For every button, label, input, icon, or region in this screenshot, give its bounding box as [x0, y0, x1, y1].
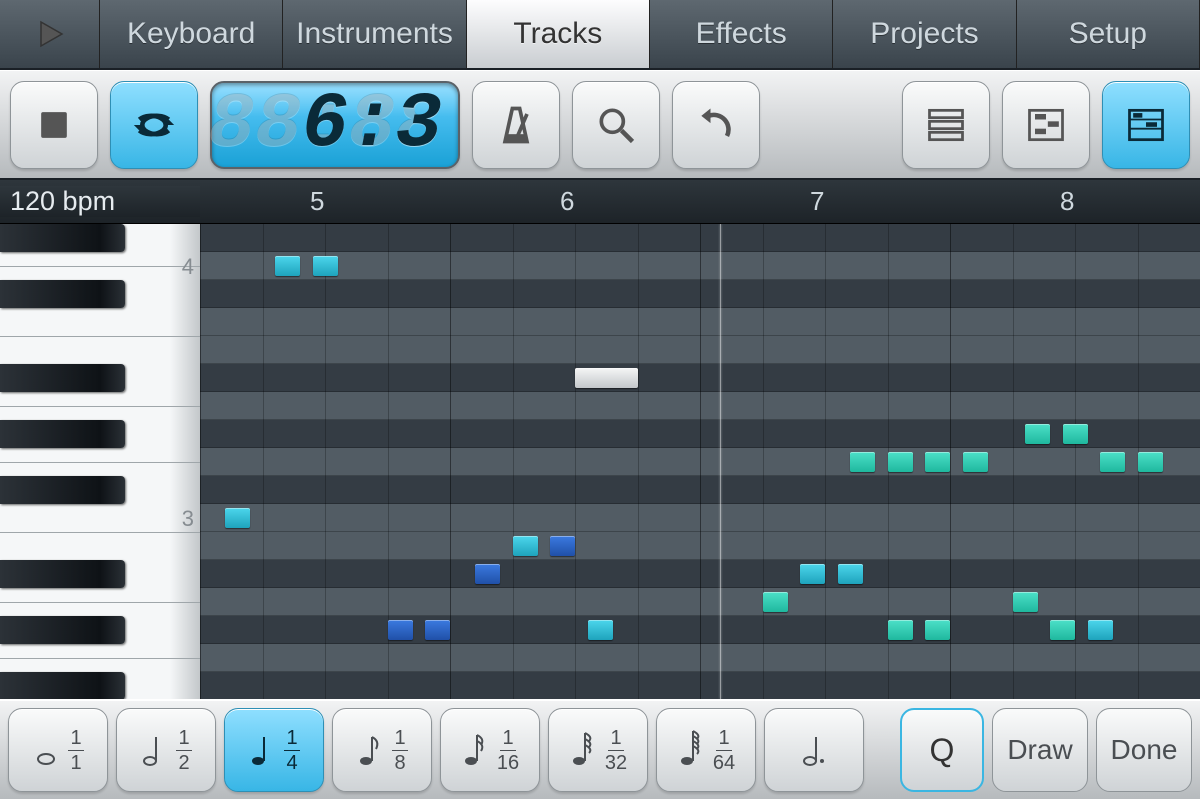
- ruler-bar-number: 6: [560, 186, 574, 217]
- view-mode-1-button[interactable]: [902, 81, 990, 169]
- midi-note[interactable]: [1025, 424, 1050, 444]
- octave-label: 4: [182, 254, 194, 280]
- quantize-button[interactable]: Q: [900, 708, 984, 792]
- view-mode-2-button[interactable]: [1002, 81, 1090, 169]
- midi-note[interactable]: [1063, 424, 1088, 444]
- midi-note[interactable]: [888, 452, 913, 472]
- transport-toolbar: 6:3: [0, 70, 1200, 180]
- midi-note[interactable]: [1088, 620, 1113, 640]
- midi-note[interactable]: [1100, 452, 1125, 472]
- piano-roll: 43: [0, 224, 1200, 699]
- octave-label: 3: [182, 506, 194, 532]
- black-key[interactable]: [0, 616, 125, 644]
- view-mode-3-button[interactable]: [1102, 81, 1190, 169]
- metronome-button[interactable]: [472, 81, 560, 169]
- timeline-ruler[interactable]: 120 bpm 5 6 7 8: [0, 180, 1200, 224]
- stop-icon: [32, 103, 76, 147]
- position-display[interactable]: 6:3: [210, 81, 460, 169]
- black-key[interactable]: [0, 476, 125, 504]
- black-key[interactable]: [0, 672, 125, 699]
- midi-note[interactable]: [963, 452, 988, 472]
- ruler-bar-number: 8: [1060, 186, 1074, 217]
- list-view-icon: [924, 103, 968, 147]
- note-length-quarter-button[interactable]: 14: [224, 708, 324, 792]
- note-dotted-icon: [800, 730, 828, 770]
- midi-note[interactable]: [838, 564, 863, 584]
- midi-note[interactable]: [313, 256, 338, 276]
- black-key[interactable]: [0, 560, 125, 588]
- midi-note[interactable]: [475, 564, 500, 584]
- piano-keys[interactable]: 43: [0, 224, 200, 699]
- black-key[interactable]: [0, 224, 125, 252]
- midi-note[interactable]: [388, 620, 413, 640]
- loop-button[interactable]: [110, 81, 198, 169]
- play-button[interactable]: [0, 0, 100, 68]
- note-length-half-button[interactable]: 12: [116, 708, 216, 792]
- midi-note[interactable]: [763, 592, 788, 612]
- tab-setup[interactable]: Setup: [1017, 0, 1200, 68]
- midi-note[interactable]: [1138, 452, 1163, 472]
- midi-note[interactable]: [225, 508, 250, 528]
- note-length-thirtysecond-button[interactable]: 132: [548, 708, 648, 792]
- note-sixtyfourth-icon: [677, 730, 705, 770]
- blocks-view-icon: [1024, 103, 1068, 147]
- note-length-bar: 11121418116132164 Q Draw Done: [0, 699, 1200, 799]
- done-button[interactable]: Done: [1096, 708, 1192, 792]
- note-eighth-icon: [356, 730, 384, 770]
- black-key[interactable]: [0, 420, 125, 448]
- tab-tracks[interactable]: Tracks: [467, 0, 650, 68]
- ruler-bar-number: 5: [310, 186, 324, 217]
- midi-note[interactable]: [1050, 620, 1075, 640]
- midi-note[interactable]: [275, 256, 300, 276]
- midi-note[interactable]: [588, 620, 613, 640]
- midi-note[interactable]: [513, 536, 538, 556]
- midi-note[interactable]: [1013, 592, 1038, 612]
- ruler-bar-number: 7: [810, 186, 824, 217]
- midi-note[interactable]: [888, 620, 913, 640]
- note-length-whole-button[interactable]: 11: [8, 708, 108, 792]
- tab-effects[interactable]: Effects: [650, 0, 833, 68]
- playhead[interactable]: [720, 224, 721, 699]
- tab-projects[interactable]: Projects: [833, 0, 1016, 68]
- note-length-sixteenth-button[interactable]: 116: [440, 708, 540, 792]
- draw-button[interactable]: Draw: [992, 708, 1088, 792]
- note-thirtysecond-icon: [569, 730, 597, 770]
- midi-note[interactable]: [550, 536, 575, 556]
- undo-button[interactable]: [672, 81, 760, 169]
- note-half-icon: [140, 730, 168, 770]
- zoom-button[interactable]: [572, 81, 660, 169]
- black-key[interactable]: [0, 280, 125, 308]
- note-length-dotted-button[interactable]: [764, 708, 864, 792]
- midi-note[interactable]: [850, 452, 875, 472]
- loop-icon: [132, 103, 176, 147]
- stop-button[interactable]: [10, 81, 98, 169]
- note-sixteenth-icon: [461, 730, 489, 770]
- bpm-label[interactable]: 120 bpm: [0, 186, 200, 217]
- note-length-sixtyfourth-button[interactable]: 164: [656, 708, 756, 792]
- midi-note[interactable]: [425, 620, 450, 640]
- pianoroll-view-icon: [1124, 103, 1168, 147]
- ruler-ticks: 5 6 7 8: [200, 180, 1200, 223]
- metronome-icon: [494, 103, 538, 147]
- black-key[interactable]: [0, 364, 125, 392]
- midi-note[interactable]: [575, 368, 638, 388]
- tab-instruments[interactable]: Instruments: [283, 0, 466, 68]
- midi-note[interactable]: [925, 452, 950, 472]
- note-whole-icon: [32, 730, 60, 770]
- tab-keyboard[interactable]: Keyboard: [100, 0, 283, 68]
- search-icon: [594, 103, 638, 147]
- top-tab-bar: Keyboard Instruments Tracks Effects Proj…: [0, 0, 1200, 70]
- midi-note[interactable]: [800, 564, 825, 584]
- midi-note[interactable]: [925, 620, 950, 640]
- undo-icon: [694, 103, 738, 147]
- play-icon: [32, 16, 68, 52]
- note-quarter-icon: [248, 730, 276, 770]
- note-length-eighth-button[interactable]: 18: [332, 708, 432, 792]
- note-grid[interactable]: [200, 224, 1200, 699]
